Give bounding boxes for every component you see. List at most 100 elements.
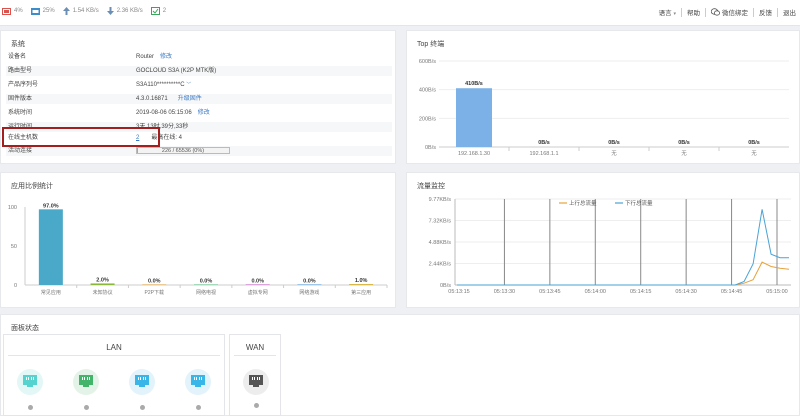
y-tick-label: 400B/s [419,88,436,94]
x-tick-label: P2P下载 [145,289,164,296]
x-tick-label: 无 [681,150,687,157]
y-tick-label: 2.44KB/s [429,262,452,268]
bar [349,284,374,285]
row-value: Router 修改 [136,52,172,62]
top-menu: 语言 ▾ 帮助 微信绑定 反馈 退出 [659,7,796,17]
system-row-connections: 活动连接 226 / 65536 (0%) [6,146,392,156]
legend-label: 上行总流量 [569,199,597,207]
connections-progress: 226 / 65536 (0%) [136,146,230,154]
data-label: 0B/s [608,140,620,146]
devices-status[interactable]: 2 [150,7,166,15]
data-label: 0.0% [251,278,264,284]
divider [234,355,276,356]
firmware-value: 4.3.0.16871 [136,96,168,102]
system-time-value: 2019-08-06 05:15:06 [136,110,192,116]
system-row-model: 路由型号 GOCLOUD S3A (K2P MTK版) [6,66,392,76]
help-link[interactable]: 帮助 [687,7,700,17]
traffic-panel: 流量监控 0B/s 2.44KB/s 4.88KB/s 7.32KB/s 9.77KB/… [406,172,800,308]
memory-value: 25% [42,8,55,14]
device-icon [150,7,160,15]
cpu-value: 4% [14,8,23,14]
status-strip: 4% 25% 1.54 KB/s 2.36 KB/s 2 [2,7,166,15]
cpu-status: 4% [2,7,23,15]
chevron-down-icon: ▾ [673,11,676,17]
bar [90,283,115,285]
memory-icon [30,7,40,15]
row-value: 2019-08-06 05:15:06 修改 [136,108,210,118]
lan-port-4[interactable] [185,369,211,395]
bar [142,284,167,285]
x-tick-label: 05:13:15 [448,289,469,295]
memory-status: 25% [30,7,55,15]
x-tick-label: 网络游戏 [299,289,319,296]
y-tick-label: 0B/s [425,145,436,151]
bar [456,88,492,147]
series-line [457,261,790,286]
row-key: 路由型号 [8,68,33,74]
lan-port-2-led [84,405,89,410]
feedback-link[interactable]: 反馈 [759,7,772,17]
y-tick-label: 9.77KB/s [429,197,452,203]
bar [38,209,63,285]
top-terminal-chart: 0B/s 200B/s 400B/s 600B/s 410B/s 192.168.1.30… [419,59,789,157]
download-arrow-icon [106,7,114,15]
data-label: 1.0% [355,278,368,284]
x-tick-label: 05:14:00 [585,289,606,295]
edit-device-name-link[interactable]: 修改 [160,54,172,60]
y-tick-label: 4.88KB/s [429,240,452,246]
wan-port[interactable] [243,369,269,395]
data-label: 410B/s [465,81,483,87]
data-label: 2.0% [96,277,109,283]
app-stats-chart: 0 50 100 97.0% 常见应用 2.0% 未知协议 0.0% P2P下载 0.0% 网络电视… [8,203,388,296]
edit-time-link[interactable]: 修改 [198,110,210,116]
wechat-icon [711,8,720,16]
divider [777,7,778,17]
row-value: 226 / 65536 (0%) [136,146,230,156]
x-tick-label: 05:14:15 [630,289,651,295]
upload-status: 1.54 KB/s [62,7,99,15]
lan-label: LAN [106,343,122,352]
serial-value: S3A110**********C [136,82,185,88]
traffic-chart: 0B/s2.44KB/s4.88KB/s7.32KB/s9.77KB/s05:1… [429,197,791,295]
data-label: 0.0% [148,278,161,284]
upgrade-firmware-link[interactable]: 升级固件 [178,96,202,102]
ethernet-port-icon [191,375,205,387]
model-value: GOCLOUD S3A (K2P MTK版) [136,68,217,74]
top-terminal-title: Top 终端 [417,41,445,48]
lan-port-3[interactable] [129,369,155,395]
row-value: 4.3.0.16871 升级固件 [136,94,202,104]
data-label: 0B/s [678,140,690,146]
bar [194,284,218,285]
cpu-icon [2,7,11,15]
system-title: 系统 [11,41,25,48]
logout-link[interactable]: 退出 [783,7,796,17]
data-label: 0B/s [748,140,760,146]
top-terminal-panel: Top 终端 0B/s 200B/s 400B/s 600B/s 410B/s 192.1… [406,30,800,164]
row-key: 系统时间 [8,110,33,116]
y-tick-label: 0 [14,283,17,289]
lan-port-1[interactable] [17,369,43,395]
x-tick-label: 05:13:30 [494,289,515,295]
language-menu[interactable]: 语言 ▾ [659,7,676,17]
download-speed: 2.36 KB/s [116,8,143,14]
x-tick-label: 无 [751,150,757,157]
connections-text: 226 / 65536 (0%) [161,147,205,154]
x-tick-label: 192.168.1.30 [458,151,490,157]
x-tick-label: 192.168.1.1 [529,151,558,157]
x-tick-label: 05:14:45 [721,289,742,295]
data-label: 0.0% [303,278,316,284]
lan-port-2[interactable] [73,369,99,395]
ethernet-port-icon [79,375,93,387]
app-stats-title: 应用比例统计 [11,183,53,190]
legend-label: 下行总流量 [625,199,653,207]
chevron-down-icon[interactable]: ﹀ [186,82,191,88]
data-label: 97.0% [43,203,59,209]
wechat-bind-link[interactable]: 微信绑定 [711,7,748,17]
divider [705,7,706,17]
row-value: S3A110**********C ﹀ [136,80,191,90]
bar [245,284,270,285]
row-key: 设备名 [8,54,27,60]
wan-group: WAN [229,334,281,416]
lan-port-3-led [140,405,145,410]
x-tick-label: 虚拟专网 [248,289,268,296]
